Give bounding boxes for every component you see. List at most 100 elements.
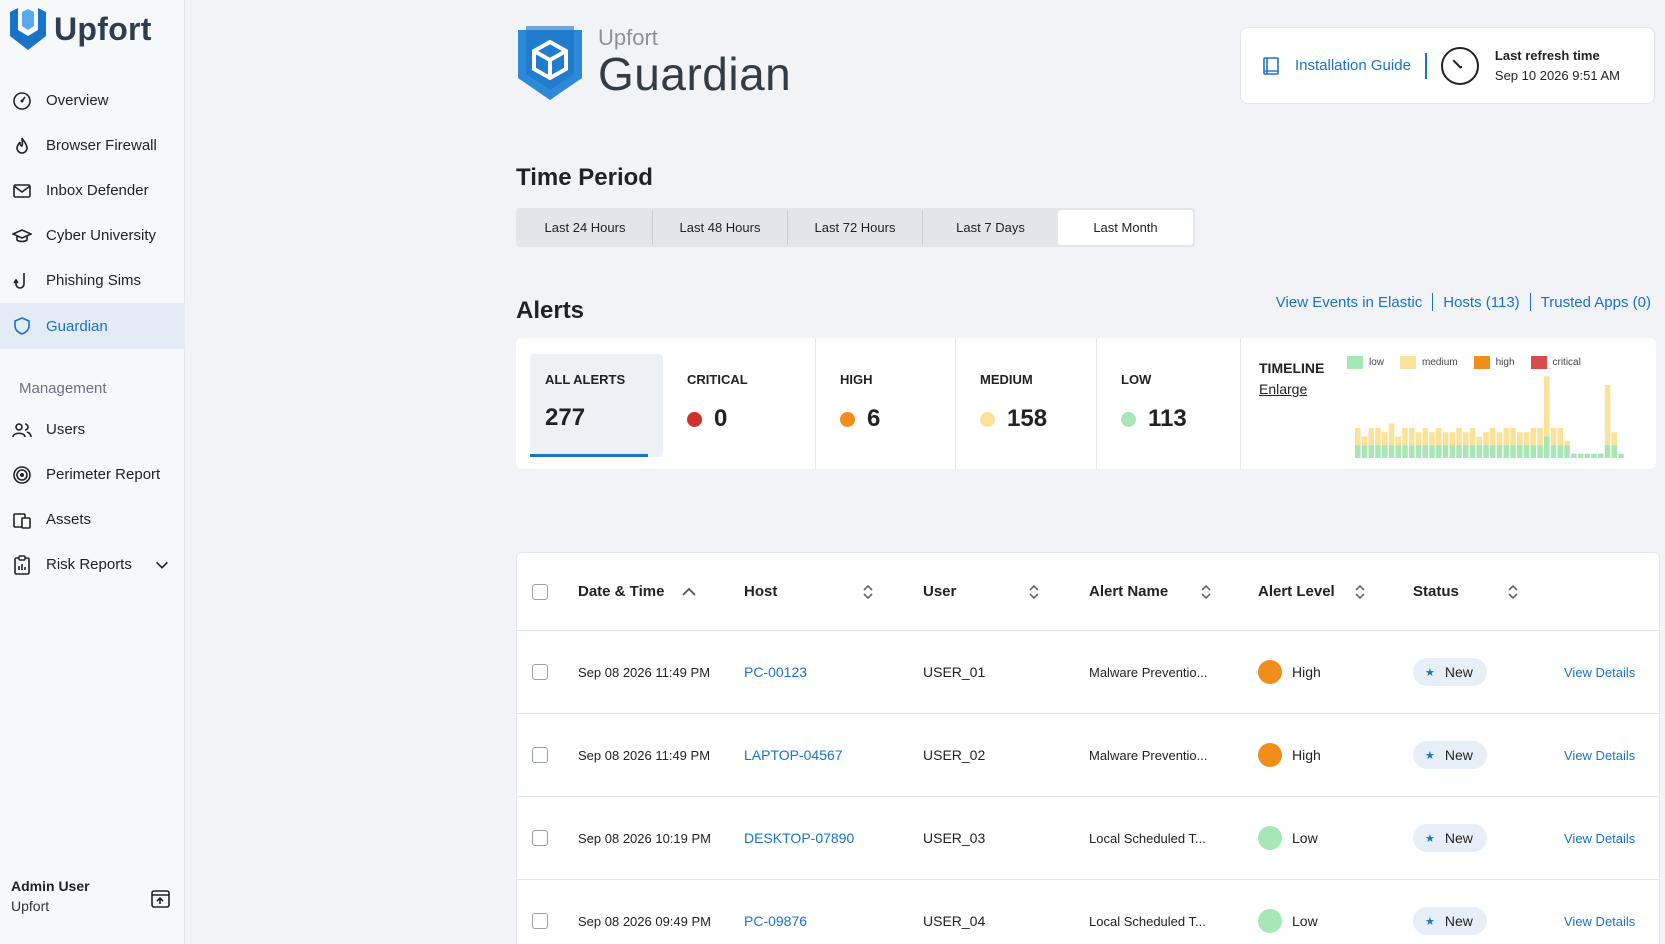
sort-icon: [1201, 584, 1211, 599]
trusted-apps-link[interactable]: Trusted Apps (0): [1541, 294, 1651, 311]
col-alert-name[interactable]: Alert Name: [1089, 583, 1212, 601]
book-icon: [1263, 56, 1279, 75]
col-date-time[interactable]: Date & Time: [578, 583, 697, 600]
timeline-bar-low: [1422, 445, 1429, 458]
row-checkbox[interactable]: [532, 830, 548, 846]
time-period-72h[interactable]: Last 72 Hours: [788, 210, 923, 245]
alert-tile-high[interactable]: HIGH 6: [816, 338, 956, 469]
status-label: New: [1444, 830, 1473, 846]
sort-icon: [1508, 584, 1518, 599]
sidebar-item-inbox-defender[interactable]: Inbox Defender: [0, 168, 185, 213]
table-row[interactable]: Sep 08 2026 11:49 PM LAPTOP-04567 USER_0…: [517, 714, 1659, 797]
chevron-down-icon[interactable]: [153, 556, 171, 574]
tile-value: 113: [1148, 405, 1187, 432]
time-period-last-month[interactable]: Last Month: [1058, 210, 1193, 245]
status-badge: ★ New: [1413, 741, 1487, 769]
col-user[interactable]: User: [923, 583, 1040, 601]
legend-label: low: [1369, 357, 1385, 368]
alert-tile-medium[interactable]: MEDIUM 158: [956, 338, 1097, 469]
cell-user: USER_03: [923, 830, 986, 846]
divider: [1432, 293, 1434, 311]
star-icon: ★: [1425, 915, 1435, 928]
timeline-bar-low: [1604, 445, 1611, 458]
row-checkbox[interactable]: [532, 913, 548, 929]
alert-level-label: High: [1292, 747, 1321, 763]
view-details-link[interactable]: View Details: [1564, 914, 1635, 929]
sidebar-item-browser-firewall[interactable]: Browser Firewall: [0, 123, 185, 168]
cell-host-link[interactable]: DESKTOP-07890: [744, 830, 854, 846]
installation-guide-link[interactable]: Installation Guide: [1261, 56, 1411, 76]
legend-item: high: [1473, 356, 1515, 369]
alert-tile-all[interactable]: ALL ALERTS 277: [530, 354, 663, 457]
low-level-dot-icon: [1258, 826, 1282, 850]
high-dot-icon: [840, 411, 855, 427]
timeline-bar-low: [1503, 445, 1510, 458]
view-details-link[interactable]: View Details: [1564, 748, 1635, 763]
upfort-logo[interactable]: Upfort: [8, 8, 152, 50]
timeline-bar-low: [1564, 445, 1570, 458]
timeline-bar-medium: [1611, 432, 1618, 446]
hosts-link[interactable]: Hosts (113): [1443, 294, 1519, 311]
row-checkbox[interactable]: [532, 664, 548, 680]
timeline-bar-medium: [1368, 427, 1375, 446]
table-row[interactable]: Sep 08 2026 09:49 PM PC-09876 USER_04 Lo…: [517, 880, 1659, 944]
sidebar-item-cyber-university[interactable]: Cyber University: [0, 213, 185, 258]
time-period-48h[interactable]: Last 48 Hours: [653, 210, 788, 245]
time-period-7d[interactable]: Last 7 Days: [923, 210, 1058, 245]
graduation-cap-icon: [12, 228, 32, 242]
last-refresh-title: Last refresh time: [1494, 48, 1600, 63]
time-period-24h[interactable]: Last 24 Hours: [518, 210, 653, 245]
cell-date: Sep 08 2026 11:49 PM: [578, 747, 711, 763]
timeline-bar-low: [1577, 453, 1584, 458]
view-details-link[interactable]: View Details: [1564, 831, 1635, 846]
table-row[interactable]: Sep 08 2026 10:19 PM DESKTOP-07890 USER_…: [517, 797, 1659, 880]
select-all-checkbox[interactable]: [532, 583, 548, 600]
col-alert-level[interactable]: Alert Level: [1258, 583, 1366, 601]
alert-summary: ALL ALERTS 277 CRITICAL 0 HIGH 6 MEDIUM …: [516, 338, 1656, 469]
brand-title: Guardian: [598, 48, 792, 100]
cell-status: ★ New: [1413, 658, 1487, 686]
cell-host-link[interactable]: PC-09876: [744, 913, 807, 929]
legend-item: medium: [1400, 356, 1458, 369]
timeline-chart[interactable]: [1355, 372, 1625, 458]
timeline-bar-low: [1382, 445, 1388, 458]
timeline-bar-medium: [1490, 427, 1496, 446]
status-badge: ★ New: [1413, 907, 1487, 935]
status-label: New: [1444, 664, 1473, 680]
sidebar-item-overview[interactable]: Overview: [0, 78, 185, 123]
star-icon: ★: [1425, 666, 1435, 679]
table-row[interactable]: Sep 08 2026 11:49 PM PC-00123 USER_01 Ma…: [517, 631, 1659, 714]
col-status[interactable]: Status: [1413, 583, 1519, 601]
timeline-bar-medium: [1496, 432, 1503, 446]
tile-label: MEDIUM: [980, 372, 1033, 387]
sidebar-item-perimeter-report[interactable]: Perimeter Report: [0, 452, 185, 497]
cell-alert-level: High: [1258, 743, 1321, 767]
divider: [1424, 52, 1427, 79]
shield-icon: [14, 317, 30, 335]
timeline-bar-medium: [1523, 432, 1530, 446]
row-checkbox[interactable]: [532, 747, 548, 763]
timeline-bar-low: [1510, 445, 1516, 458]
column-header-label: Status: [1413, 583, 1459, 600]
alert-tile-low[interactable]: LOW 113: [1097, 338, 1241, 469]
sidebar-item-risk-reports[interactable]: Risk Reports: [0, 542, 185, 587]
logout-icon[interactable]: [150, 888, 172, 910]
sidebar-item-guardian[interactable]: Guardian: [0, 303, 185, 349]
refresh-card: Installation Guide Last refresh time Sep…: [1240, 27, 1655, 104]
legend-swatch: [1473, 356, 1490, 369]
col-host[interactable]: Host: [744, 583, 874, 601]
cell-host-link[interactable]: LAPTOP-04567: [744, 747, 843, 763]
cell-host-link[interactable]: PC-00123: [744, 664, 807, 680]
cell-status: ★ New: [1413, 824, 1487, 852]
timeline-bar-medium: [1442, 432, 1449, 446]
cell-date: Sep 08 2026 09:49 PM: [578, 913, 711, 929]
sidebar-item-assets[interactable]: Assets: [0, 497, 185, 542]
view-details-link[interactable]: View Details: [1564, 665, 1635, 680]
cell-status: ★ New: [1413, 907, 1487, 935]
sidebar-item-phishing-sims[interactable]: Phishing Sims: [0, 258, 185, 303]
alert-tile-critical[interactable]: CRITICAL 0: [663, 338, 816, 469]
sidebar-item-users[interactable]: Users: [0, 407, 185, 452]
view-events-elastic-link[interactable]: View Events in Elastic: [1276, 294, 1422, 311]
sort-ascending-icon: [682, 587, 697, 596]
timeline-bar-medium: [1537, 427, 1543, 446]
